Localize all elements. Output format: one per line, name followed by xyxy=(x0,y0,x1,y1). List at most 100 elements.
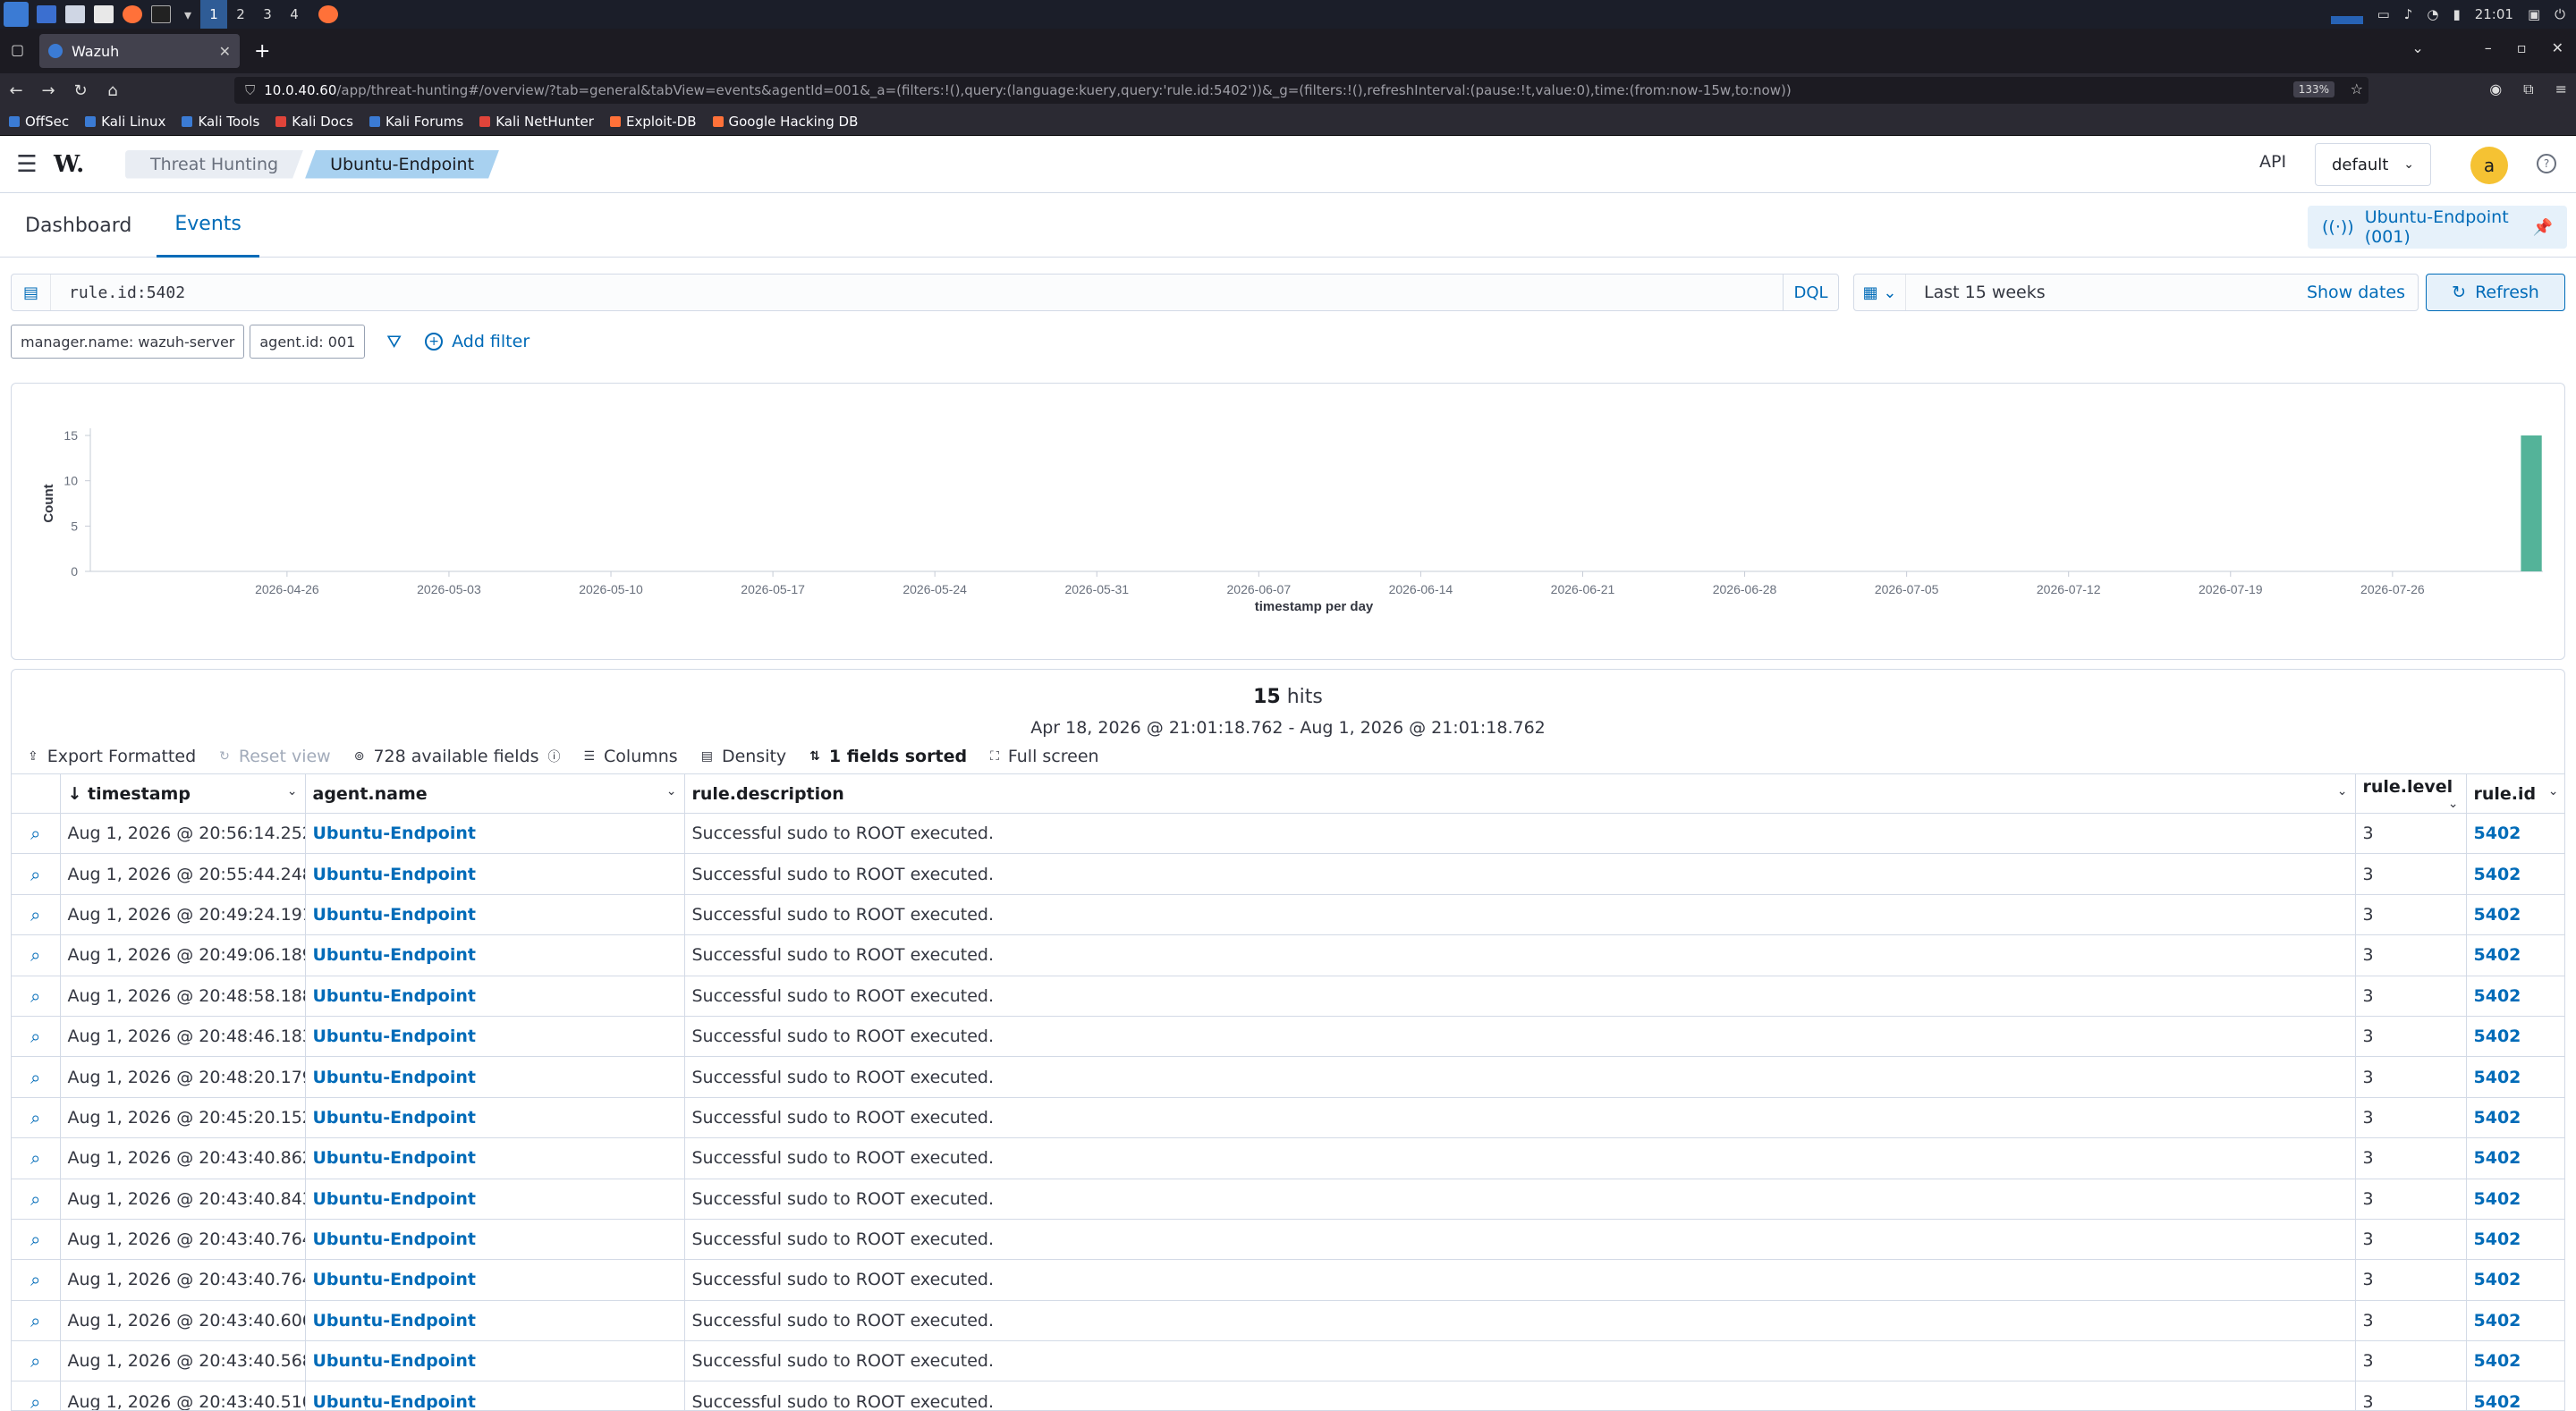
tab-overview-icon[interactable]: ▢ xyxy=(11,41,24,58)
inspect-document-icon[interactable]: ⌕ xyxy=(12,1340,61,1382)
search-input[interactable]: rule.id:5402 xyxy=(51,283,1783,302)
cell-rule-id[interactable]: 5402 xyxy=(2466,1259,2564,1301)
cell-rule-id[interactable]: 5402 xyxy=(2466,1381,2564,1410)
density-button[interactable]: ▤ Density xyxy=(701,747,786,766)
cell-agent-name[interactable]: Ubuntu-Endpoint xyxy=(305,853,685,895)
cell-rule-id[interactable]: 5402 xyxy=(2466,894,2564,936)
new-tab-icon[interactable]: + xyxy=(254,40,270,63)
show-dates-link[interactable]: Show dates xyxy=(2307,283,2405,302)
chevron-down-icon[interactable]: ⌄ xyxy=(666,784,677,798)
pin-icon[interactable]: 📌 xyxy=(2533,218,2553,237)
columns-button[interactable]: ☰ Columns xyxy=(583,747,677,766)
bookmark-kali-tools[interactable]: Kali Tools xyxy=(182,114,259,130)
cell-agent-name[interactable]: Ubuntu-Endpoint xyxy=(305,1259,685,1301)
volume-icon[interactable]: ♪ xyxy=(2404,6,2413,22)
help-icon[interactable]: ? xyxy=(2537,154,2556,173)
inspect-document-icon[interactable]: ⌕ xyxy=(12,1137,61,1179)
inspect-document-icon[interactable]: ⌕ xyxy=(12,1219,61,1261)
power-icon[interactable]: ⏻ xyxy=(2555,6,2565,22)
cell-agent-name[interactable]: Ubuntu-Endpoint xyxy=(305,1219,685,1261)
cell-agent-name[interactable]: Ubuntu-Endpoint xyxy=(305,1340,685,1382)
bookmark-kali-docs[interactable]: Kali Docs xyxy=(275,114,353,130)
bookmark-star-icon[interactable]: ☆ xyxy=(2351,80,2363,97)
bookmark-offsec[interactable]: OffSec xyxy=(9,114,69,130)
column-header-timestamp[interactable]: ↓ timestamp ⌄ xyxy=(60,773,306,814)
inspect-document-icon[interactable]: ⌕ xyxy=(12,813,61,855)
text-editor-icon[interactable] xyxy=(94,5,114,23)
cell-agent-name[interactable]: Ubuntu-Endpoint xyxy=(305,1300,685,1342)
chevron-down-icon[interactable]: ▾ xyxy=(175,0,200,29)
cell-rule-id[interactable]: 5402 xyxy=(2466,1137,2564,1179)
bookmark-kali-forums[interactable]: Kali Forums xyxy=(369,114,463,130)
show-desktop-icon[interactable] xyxy=(37,5,56,23)
workspace-3[interactable]: 3 xyxy=(254,0,281,29)
cell-rule-id[interactable]: 5402 xyxy=(2466,1016,2564,1058)
cell-agent-name[interactable]: Ubuntu-Endpoint xyxy=(305,1097,685,1139)
cell-rule-id[interactable]: 5402 xyxy=(2466,1179,2564,1220)
maximize-icon[interactable]: ▫ xyxy=(2517,39,2527,56)
display-icon[interactable]: ▭ xyxy=(2377,6,2390,22)
cell-agent-name[interactable]: Ubuntu-Endpoint xyxy=(305,976,685,1017)
wazuh-logo[interactable]: W. xyxy=(54,151,107,178)
minimize-icon[interactable]: – xyxy=(2485,39,2492,56)
file-manager-icon[interactable] xyxy=(65,5,85,23)
workspace-1[interactable]: 1 xyxy=(200,0,227,29)
reset-view-button[interactable]: ↻ Reset view xyxy=(219,747,331,766)
export-formatted-button[interactable]: ⇪ Export Formatted xyxy=(28,747,196,766)
tab-list-chevron-icon[interactable]: ⌄ xyxy=(2411,39,2423,56)
bookmark-kali-nethunter[interactable]: Kali NetHunter xyxy=(479,114,594,130)
battery-icon[interactable]: ▮ xyxy=(2453,6,2460,22)
workspace-2[interactable]: 2 xyxy=(227,0,254,29)
tab-events[interactable]: Events xyxy=(157,193,259,258)
cell-rule-id[interactable]: 5402 xyxy=(2466,853,2564,895)
inspect-document-icon[interactable]: ⌕ xyxy=(12,1056,61,1098)
cell-rule-id[interactable]: 5402 xyxy=(2466,1056,2564,1098)
avatar[interactable]: a xyxy=(2470,147,2508,184)
chevron-down-icon[interactable]: ⌄ xyxy=(2337,784,2348,798)
cell-rule-id[interactable]: 5402 xyxy=(2466,934,2564,976)
inspect-document-icon[interactable]: ⌕ xyxy=(12,976,61,1017)
refresh-button[interactable]: ↻ Refresh xyxy=(2426,274,2565,311)
inspect-document-icon[interactable]: ⌕ xyxy=(12,1259,61,1301)
column-header-rule-id[interactable]: rule.id ⌄ xyxy=(2466,773,2564,814)
close-window-icon[interactable]: ✕ xyxy=(2552,39,2563,56)
cell-agent-name[interactable]: Ubuntu-Endpoint xyxy=(305,1179,685,1220)
breadcrumb-ubuntu-endpoint[interactable]: Ubuntu-Endpoint xyxy=(305,150,499,179)
inspect-document-icon[interactable]: ⌕ xyxy=(12,853,61,895)
workspace-4[interactable]: 4 xyxy=(281,0,308,29)
browser-tab-wazuh[interactable]: Wazuh ✕ xyxy=(39,34,240,68)
filter-options-icon[interactable]: ⛛ xyxy=(386,331,402,352)
chevron-down-icon[interactable]: ⌄ xyxy=(2448,797,2459,811)
inspect-document-icon[interactable]: ⌕ xyxy=(12,1097,61,1139)
inspect-document-icon[interactable]: ⌕ xyxy=(12,1381,61,1410)
tenant-select[interactable]: default ⌄ xyxy=(2315,143,2431,186)
site-info-shield-icon[interactable]: ⛉ xyxy=(245,82,255,98)
pinned-agent-badge[interactable]: ((·)) Ubuntu-Endpoint (001) 📌 xyxy=(2308,206,2567,249)
cell-agent-name[interactable]: Ubuntu-Endpoint xyxy=(305,1381,685,1410)
cell-agent-name[interactable]: Ubuntu-Endpoint xyxy=(305,934,685,976)
filter-pill-agent[interactable]: agent.id: 001 xyxy=(250,325,366,359)
back-arrow-icon[interactable]: ← xyxy=(0,81,32,100)
bookmark-google-hacking-db[interactable]: Google Hacking DB xyxy=(712,114,858,130)
saved-query-icon[interactable]: ▤ xyxy=(12,275,51,310)
query-language-toggle[interactable]: DQL xyxy=(1783,275,1838,310)
inspect-document-icon[interactable]: ⌕ xyxy=(12,1016,61,1058)
cell-rule-id[interactable]: 5402 xyxy=(2466,976,2564,1017)
breadcrumb-threat-hunting[interactable]: Threat Hunting xyxy=(125,150,303,179)
cell-rule-id[interactable]: 5402 xyxy=(2466,1219,2564,1261)
zoom-level-badge[interactable]: 133% xyxy=(2292,81,2334,97)
cell-agent-name[interactable]: Ubuntu-Endpoint xyxy=(305,813,685,855)
cell-rule-id[interactable]: 5402 xyxy=(2466,1340,2564,1382)
cell-rule-id[interactable]: 5402 xyxy=(2466,813,2564,855)
bookmark-exploit-db[interactable]: Exploit-DB xyxy=(609,114,697,130)
notification-bell-icon[interactable]: ◔ xyxy=(2427,6,2438,22)
extensions-icon[interactable]: ⧉ xyxy=(2523,80,2533,98)
cell-rule-id[interactable]: 5402 xyxy=(2466,1300,2564,1342)
add-filter-button[interactable]: + Add filter xyxy=(425,332,530,351)
app-menu-icon[interactable]: ☰ xyxy=(0,151,54,178)
cell-rule-id[interactable]: 5402 xyxy=(2466,1097,2564,1139)
terminal-launcher-icon[interactable] xyxy=(151,5,171,23)
hamburger-menu-icon[interactable]: ≡ xyxy=(2555,80,2567,98)
firefox-launcher-icon[interactable] xyxy=(123,5,142,23)
reload-icon[interactable]: ↻ xyxy=(64,81,97,100)
